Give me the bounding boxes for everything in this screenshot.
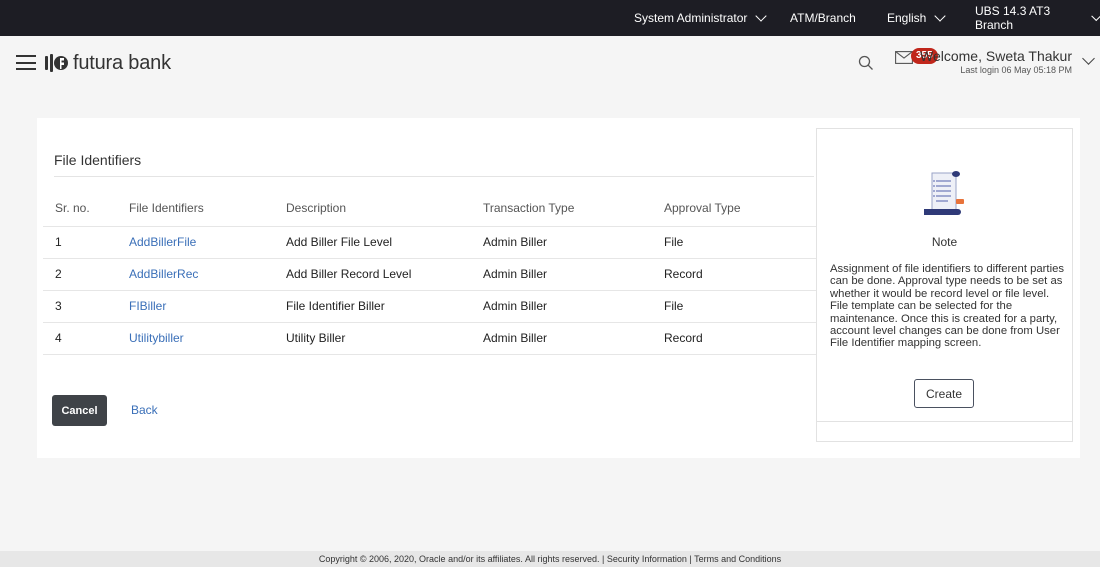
- description: File Identifier Biller: [274, 289, 471, 322]
- create-button[interactable]: Create: [914, 379, 974, 408]
- column-header: Transaction Type: [483, 200, 575, 215]
- menu-icon[interactable]: [16, 55, 36, 70]
- file-identifier-link[interactable]: Utilitybiller: [117, 321, 274, 355]
- file-identifier-link[interactable]: AddBillerRec: [117, 257, 274, 290]
- table-row: 3 FIBiller File Identifier Biller Admin …: [43, 289, 816, 322]
- language-label: English: [887, 11, 927, 25]
- transaction-type: Admin Biller: [471, 321, 652, 355]
- file-identifiers-table: Sr. no. File Identifiers Description Tra…: [43, 190, 816, 355]
- futura-logo-icon: [45, 54, 68, 72]
- search-icon[interactable]: [858, 55, 874, 71]
- branch-selector[interactable]: UBS 14.3 AT3 Branch: [975, 0, 1100, 36]
- chevron-down-icon: [934, 9, 947, 22]
- footer: Copyright © 2006, 2020, Oracle and/or it…: [0, 551, 1100, 567]
- divider: [54, 176, 814, 177]
- security-information-link[interactable]: Security Information: [607, 554, 687, 564]
- file-identifier-link[interactable]: AddBillerFile: [117, 225, 274, 258]
- approval-type: Record: [652, 257, 816, 290]
- description: Utility Biller: [274, 321, 471, 355]
- sr-no: 3: [43, 289, 117, 322]
- page-title: File Identifiers: [54, 152, 142, 168]
- table-row: 2 AddBillerRec Add Biller Record Level A…: [43, 257, 816, 290]
- last-login: Last login 06 May 05:18 PM: [960, 65, 1072, 75]
- copyright-text: Copyright © 2006, 2020, Oracle and/or it…: [318, 554, 600, 564]
- column-header: Approval Type: [664, 200, 741, 215]
- transaction-type: Admin Biller: [471, 289, 652, 322]
- role-selector[interactable]: System Administrator: [634, 0, 768, 36]
- brand-name: futura bank: [73, 51, 171, 74]
- terms-link[interactable]: Terms and Conditions: [694, 554, 781, 564]
- note-title: Note: [931, 235, 958, 249]
- role-label: System Administrator: [634, 11, 748, 25]
- document-note-icon: [924, 171, 964, 215]
- table-header-row: Sr. no. File Identifiers Description Tra…: [43, 190, 816, 226]
- cancel-button[interactable]: Cancel: [52, 395, 107, 426]
- transaction-type: Admin Biller: [471, 257, 652, 290]
- sr-no: 1: [43, 225, 117, 258]
- description: Add Biller File Level: [274, 225, 471, 258]
- brand-logo[interactable]: futura bank: [45, 48, 171, 78]
- divider: [817, 421, 1072, 422]
- note-panel: Note Assignment of file identifiers to d…: [816, 128, 1073, 442]
- approval-type: File: [652, 289, 816, 322]
- approval-type: File: [652, 225, 816, 258]
- table-row: 1 AddBillerFile Add Biller File Level Ad…: [43, 225, 816, 258]
- chevron-down-icon: [755, 9, 768, 22]
- table-row: 4 Utilitybiller Utility Biller Admin Bil…: [43, 321, 816, 355]
- transaction-type: Admin Biller: [471, 225, 652, 258]
- sr-no: 2: [43, 257, 117, 290]
- language-selector[interactable]: English: [887, 0, 947, 36]
- description: Add Biller Record Level: [274, 257, 471, 290]
- note-text: Assignment of file identifiers to differ…: [830, 263, 1065, 350]
- user-menu[interactable]: Welcome, Sweta Thakur Last login 06 May …: [920, 48, 1072, 75]
- column-header: Sr. no.: [55, 200, 90, 215]
- back-link[interactable]: Back: [131, 403, 158, 417]
- atm-branch-link[interactable]: ATM/Branch: [790, 0, 856, 36]
- atm-branch-label: ATM/Branch: [790, 11, 856, 25]
- file-identifier-link[interactable]: FIBiller: [117, 289, 274, 322]
- welcome-text: Welcome, Sweta Thakur: [920, 48, 1072, 64]
- branch-label: UBS 14.3 AT3 Branch: [975, 4, 1051, 32]
- chevron-down-icon: [1090, 10, 1100, 21]
- column-header: File Identifiers: [129, 200, 204, 215]
- column-header: Description: [286, 200, 347, 215]
- top-bar: System Administrator ATM/Branch English …: [0, 0, 1100, 36]
- approval-type: Record: [652, 321, 816, 355]
- sr-no: 4: [43, 321, 117, 355]
